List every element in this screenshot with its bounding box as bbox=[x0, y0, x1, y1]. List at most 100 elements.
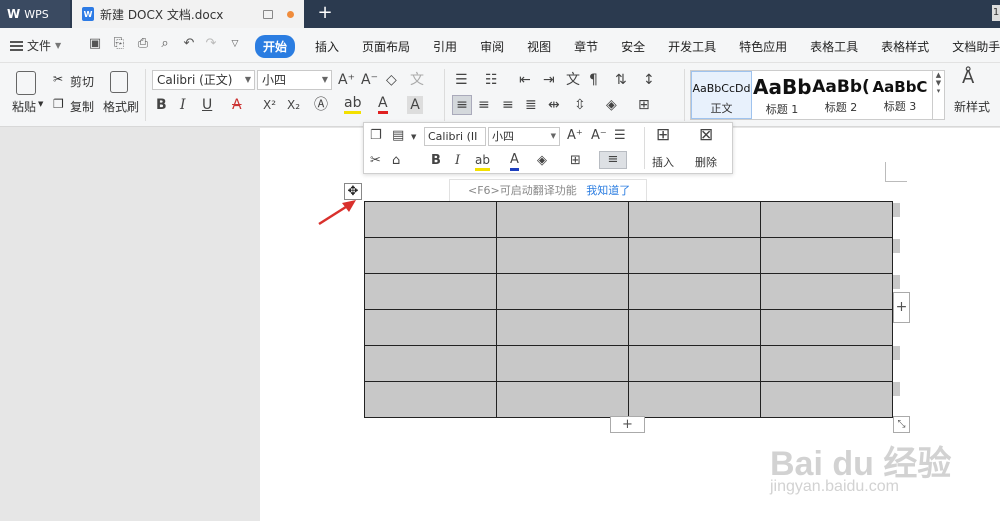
cut-icon[interactable]: ✂ bbox=[370, 153, 381, 169]
increase-indent-icon[interactable]: ⇥ bbox=[543, 71, 555, 89]
mini-bold-button[interactable]: B bbox=[431, 153, 441, 169]
table-cell[interactable] bbox=[364, 237, 497, 274]
table-cell[interactable] bbox=[364, 273, 497, 310]
document-table[interactable] bbox=[364, 201, 893, 418]
table-cell[interactable] bbox=[628, 309, 761, 346]
add-column-button[interactable]: + bbox=[893, 292, 910, 323]
line-spacing-icon[interactable]: ☰ bbox=[614, 128, 626, 144]
mini-borders-icon[interactable]: ⊞ bbox=[570, 153, 581, 169]
sort-icon[interactable]: ⇅ bbox=[615, 71, 627, 89]
font-name-select[interactable]: Calibri (正文) ▼ bbox=[152, 70, 255, 90]
table-cell[interactable] bbox=[496, 381, 629, 418]
tip-dismiss-link[interactable]: 我知道了 bbox=[586, 184, 630, 197]
strikethrough-icon[interactable]: A bbox=[232, 96, 242, 114]
table-cell[interactable] bbox=[364, 309, 497, 346]
grow-font-icon[interactable]: A⁺ bbox=[567, 128, 583, 144]
tab-review[interactable]: 审阅 bbox=[480, 35, 504, 58]
borders-icon[interactable]: ⊞ bbox=[638, 96, 650, 114]
table-cell[interactable] bbox=[496, 345, 629, 382]
scissors-icon[interactable]: ✂ bbox=[53, 72, 63, 86]
align-center-icon[interactable]: ≡ bbox=[478, 96, 490, 114]
underline-button[interactable]: U bbox=[202, 96, 212, 114]
cut-button-label[interactable]: 剪切 bbox=[70, 73, 94, 90]
table-cell[interactable] bbox=[628, 201, 761, 238]
new-style-button-label[interactable]: 新样式 bbox=[954, 98, 990, 115]
document-tab[interactable]: W 新建 DOCX 文档.docx bbox=[72, 0, 304, 28]
wps-home-tab[interactable]: W WPS bbox=[0, 0, 70, 28]
format-painter-icon[interactable] bbox=[110, 71, 128, 93]
format-painter-icon[interactable]: ⌂ bbox=[392, 153, 400, 169]
char-shading-icon[interactable]: A bbox=[407, 96, 423, 114]
mini-font-size-select[interactable]: 小四 ▼ bbox=[488, 127, 560, 146]
insert-table-icon[interactable]: ⊞ bbox=[656, 127, 670, 144]
style-gallery-scroll[interactable]: ▲ ▼ ▾ bbox=[932, 71, 944, 119]
table-cell[interactable] bbox=[496, 273, 629, 310]
bullet-list-icon[interactable]: ☰ bbox=[455, 71, 468, 89]
copy-icon[interactable]: ❐ bbox=[53, 97, 64, 111]
output-icon[interactable]: ⎘ bbox=[112, 37, 126, 51]
bold-button[interactable]: B bbox=[156, 96, 167, 114]
mini-align-icon[interactable]: ≡ bbox=[599, 151, 627, 169]
customize-icon[interactable]: ▽ bbox=[228, 37, 242, 51]
italic-button[interactable]: I bbox=[180, 96, 186, 114]
distribute-icon[interactable]: ⇹ bbox=[548, 96, 560, 114]
add-row-button[interactable]: + bbox=[610, 416, 645, 433]
tab-insert[interactable]: 插入 bbox=[315, 35, 339, 58]
line-spacing-icon[interactable]: ⇳ bbox=[574, 96, 586, 114]
print-preview-icon[interactable]: ⌕ bbox=[158, 37, 172, 51]
style-normal[interactable]: AaBbCcDd 正文 bbox=[691, 71, 752, 119]
paste-icon[interactable]: ▤ bbox=[392, 128, 404, 144]
grow-font-icon[interactable]: A⁺ bbox=[338, 71, 355, 89]
highlight-icon[interactable]: ab bbox=[344, 96, 362, 114]
tab-home[interactable]: 开始 bbox=[255, 35, 296, 58]
align-left-icon[interactable]: ≡ bbox=[452, 95, 472, 115]
shrink-font-icon[interactable]: A⁻ bbox=[591, 128, 607, 144]
tab-security[interactable]: 安全 bbox=[621, 35, 645, 58]
mini-highlight-icon[interactable]: ab bbox=[475, 152, 490, 171]
delete-button-label[interactable]: 删除 bbox=[695, 154, 717, 170]
clear-format-icon[interactable]: ◇ bbox=[386, 71, 397, 89]
superscript-button[interactable]: X² bbox=[263, 96, 276, 114]
tab-view[interactable]: 视图 bbox=[527, 35, 551, 58]
tab-table-tools[interactable]: 表格工具 bbox=[810, 35, 858, 58]
numbered-list-icon[interactable]: ☷ bbox=[485, 71, 498, 89]
font-size-select[interactable]: 小四 ▼ bbox=[257, 70, 332, 90]
file-menu-button[interactable]: 文件 ▼ bbox=[10, 37, 61, 54]
table-cell[interactable] bbox=[628, 381, 761, 418]
show-marks-icon[interactable]: ¶ bbox=[589, 71, 598, 89]
table-cell[interactable] bbox=[760, 237, 893, 274]
tab-doc-assistant[interactable]: 文档助手 bbox=[952, 35, 1000, 58]
paste-icon[interactable] bbox=[16, 71, 36, 95]
style-heading-3[interactable]: AaBbC 标题 3 bbox=[871, 71, 929, 119]
decrease-indent-icon[interactable]: ⇤ bbox=[519, 71, 531, 89]
font-color-icon[interactable]: A bbox=[378, 96, 388, 114]
align-right-icon[interactable]: ≡ bbox=[502, 96, 514, 114]
tab-special[interactable]: 特色应用 bbox=[739, 35, 787, 58]
save-icon[interactable]: ▣ bbox=[88, 37, 102, 51]
copy-icon[interactable]: ❐ bbox=[370, 128, 382, 144]
style-heading-2[interactable]: AaBb( 标题 2 bbox=[812, 71, 870, 119]
tab-references[interactable]: 引用 bbox=[433, 35, 457, 58]
table-cell[interactable] bbox=[364, 201, 497, 238]
paste-dropdown-icon[interactable]: ▼ bbox=[38, 100, 43, 108]
copy-button-label[interactable]: 复制 bbox=[70, 98, 94, 115]
redo-icon[interactable]: ↷ bbox=[204, 37, 218, 51]
table-cell[interactable] bbox=[496, 237, 629, 274]
paste-dropdown-icon[interactable]: ▼ bbox=[411, 129, 416, 145]
mini-shading-icon[interactable]: ◈ bbox=[537, 153, 547, 169]
table-cell[interactable] bbox=[364, 345, 497, 382]
chinese-layout-icon[interactable]: 文 bbox=[566, 71, 580, 89]
mini-italic-button[interactable]: I bbox=[455, 153, 460, 169]
line-spacing-icon[interactable]: ↕ bbox=[643, 71, 655, 89]
new-style-icon[interactable]: Å bbox=[962, 69, 974, 87]
pinyin-guide-icon[interactable]: 文 bbox=[410, 71, 424, 89]
text-effect-icon[interactable]: Ⓐ bbox=[314, 96, 328, 114]
tab-table-style[interactable]: 表格样式 bbox=[881, 35, 929, 58]
tab-page-layout[interactable]: 页面布局 bbox=[362, 35, 410, 58]
undo-icon[interactable]: ↶ bbox=[182, 37, 196, 51]
table-cell[interactable] bbox=[628, 273, 761, 310]
new-tab-button[interactable]: + bbox=[316, 3, 334, 23]
screen-icon[interactable] bbox=[263, 9, 273, 19]
unsaved-dot-icon[interactable] bbox=[287, 10, 294, 18]
table-cell[interactable] bbox=[628, 345, 761, 382]
